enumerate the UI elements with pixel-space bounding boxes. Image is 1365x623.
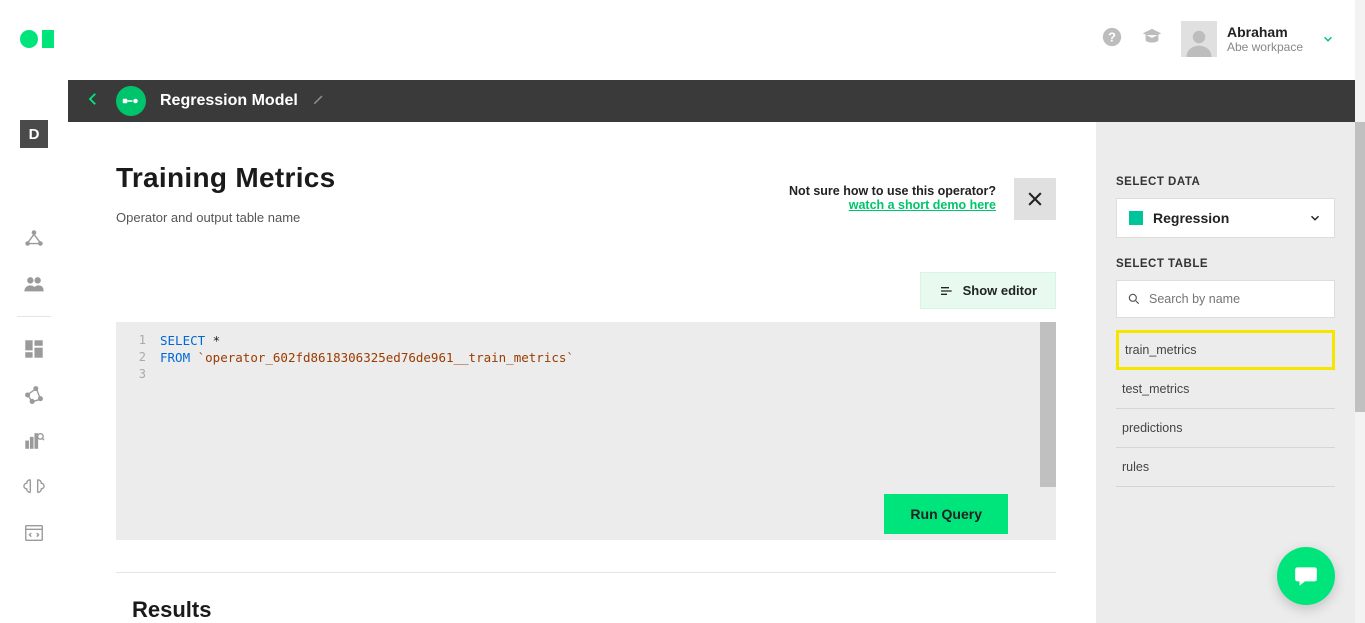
close-icon [1025, 189, 1045, 209]
table-item-test-metrics[interactable]: test_metrics [1116, 370, 1335, 409]
select-data-label: SELECT DATA [1116, 176, 1335, 188]
help-question: Not sure how to use this operator? [789, 184, 996, 198]
user-name: Abraham [1227, 24, 1303, 40]
user-menu[interactable]: Abraham Abe workpace [1181, 21, 1335, 57]
help-icon[interactable]: ? [1101, 26, 1123, 53]
top-bar: ? Abraham Abe workpace [0, 0, 1355, 78]
show-editor-label: Show editor [963, 283, 1037, 298]
avatar [1181, 21, 1217, 57]
chat-icon [1292, 563, 1320, 589]
sql-editor[interactable]: 1 2 3 SELECT * FROM `operator_602fd86183… [116, 322, 1056, 540]
nav-brain-icon[interactable] [20, 473, 48, 501]
chat-launcher[interactable] [1277, 547, 1335, 605]
data-type-icon [1129, 211, 1143, 225]
editor-icon [939, 284, 955, 298]
svg-text:?: ? [1108, 29, 1116, 44]
panel-scrollbar[interactable] [1355, 122, 1365, 412]
table-search-input[interactable] [1116, 280, 1335, 318]
app-logo[interactable] [20, 30, 54, 48]
nav-dashboard-icon[interactable] [20, 335, 48, 363]
nav-code-icon[interactable] [20, 519, 48, 547]
results-heading: Results [132, 597, 211, 623]
nav-explore-icon[interactable] [20, 224, 48, 252]
select-data-value: Regression [1153, 210, 1298, 226]
code-area[interactable]: SELECT * FROM `operator_602fd8618306325e… [154, 322, 574, 540]
main-panel: Training Metrics Operator and output tab… [68, 122, 1086, 623]
help-demo-link[interactable]: watch a short demo here [849, 198, 996, 212]
chevron-down-icon [1308, 211, 1322, 225]
breadcrumb-bar: Regression Model [68, 80, 1355, 122]
nav-graph-icon[interactable] [20, 381, 48, 409]
back-button[interactable] [84, 90, 102, 113]
workspace-name: Abe workpace [1227, 40, 1303, 54]
workspace-tile[interactable]: D [20, 120, 48, 148]
operator-title: Regression Model [160, 92, 298, 110]
left-nav: D [0, 120, 68, 547]
table-list: train_metrics test_metrics predictions r… [1116, 330, 1335, 487]
search-field[interactable] [1149, 292, 1324, 306]
nav-people-icon[interactable] [20, 270, 48, 298]
divider [116, 572, 1056, 573]
operator-badge-icon [116, 86, 146, 116]
chevron-down-icon [1321, 32, 1335, 46]
academy-icon[interactable] [1141, 26, 1163, 53]
nav-analytics-icon[interactable] [20, 427, 48, 455]
help-block: Not sure how to use this operator? watch… [789, 184, 996, 212]
table-item-rules[interactable]: rules [1116, 448, 1335, 487]
table-item-predictions[interactable]: predictions [1116, 409, 1335, 448]
select-table-label: SELECT TABLE [1116, 258, 1335, 270]
edit-title-button[interactable] [312, 92, 326, 111]
run-query-button[interactable]: Run Query [884, 494, 1008, 534]
close-button[interactable] [1014, 178, 1056, 220]
editor-scrollbar[interactable] [1040, 322, 1056, 487]
select-data-dropdown[interactable]: Regression [1116, 198, 1335, 238]
page-subtitle: Operator and output table name [116, 210, 1056, 225]
line-gutter: 1 2 3 [116, 322, 154, 540]
search-icon [1127, 292, 1141, 306]
show-editor-button[interactable]: Show editor [920, 272, 1056, 309]
table-item-train-metrics[interactable]: train_metrics [1116, 330, 1335, 370]
